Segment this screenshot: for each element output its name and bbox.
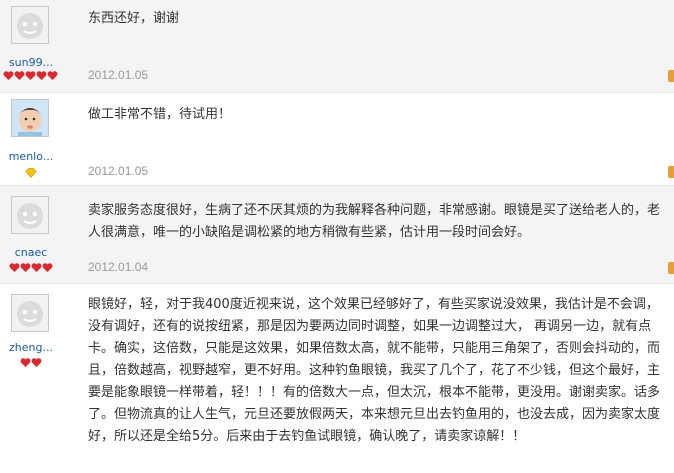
username-link[interactable]: menlo... <box>0 150 62 163</box>
username-link[interactable]: sun99... <box>0 56 62 69</box>
default-face-icon <box>12 7 48 43</box>
rank-badge-diamond[interactable] <box>0 168 62 182</box>
default-face-icon <box>12 295 48 331</box>
avatar[interactable] <box>11 196 49 234</box>
red-heart-icon <box>3 71 58 80</box>
yellow-diamond-icon <box>25 168 37 178</box>
review-date: 2012.01.05 <box>88 164 149 178</box>
review-row: zheng... 眼镜好，轻，对于我400度近视来说，这个效果已经够好了，有些买… <box>0 284 674 473</box>
review-text: 卖家服务态度很好，生病了还不厌其烦的为我解释各种问题，非常感谢。眼镜是买了送给老… <box>88 203 661 240</box>
review-date: 2012.01.04 <box>88 260 149 274</box>
default-face-icon <box>12 197 48 233</box>
username-link[interactable]: zheng... <box>0 341 62 354</box>
review-text: 做工非常不错，待试用！ <box>88 107 232 122</box>
rank-badge-hearts[interactable] <box>0 70 62 84</box>
baby-photo-icon <box>12 100 48 136</box>
review-row: cnaec 卖家服务态度很好，生病了还不厌其烦的为我解释各种问题，非常感谢。眼镜… <box>0 186 674 284</box>
reply-icon[interactable] <box>668 166 674 178</box>
username-link[interactable]: cnaec <box>0 246 62 259</box>
red-heart-icon <box>9 263 52 272</box>
rank-badge-hearts[interactable] <box>0 262 62 276</box>
reply-icon[interactable] <box>668 262 674 274</box>
review-text: 东西还好，谢谢 <box>88 11 180 26</box>
reply-icon[interactable] <box>668 70 674 82</box>
avatar[interactable] <box>11 99 49 137</box>
review-date: 2012.01.05 <box>88 68 149 82</box>
review-row: sun99... 东西还好，谢谢 2012.01.05 <box>0 0 674 93</box>
avatar[interactable] <box>11 6 49 44</box>
red-heart-icon <box>20 358 41 367</box>
avatar[interactable] <box>11 294 49 332</box>
rank-badge-hearts[interactable] <box>0 357 62 371</box>
review-text: 眼镜好，轻，对于我400度近视来说，这个效果已经够好了，有些买家说没效果，我估计… <box>88 297 661 444</box>
review-row: menlo... 做工非常不错，待试用！ 2012.01.05 <box>0 93 674 186</box>
